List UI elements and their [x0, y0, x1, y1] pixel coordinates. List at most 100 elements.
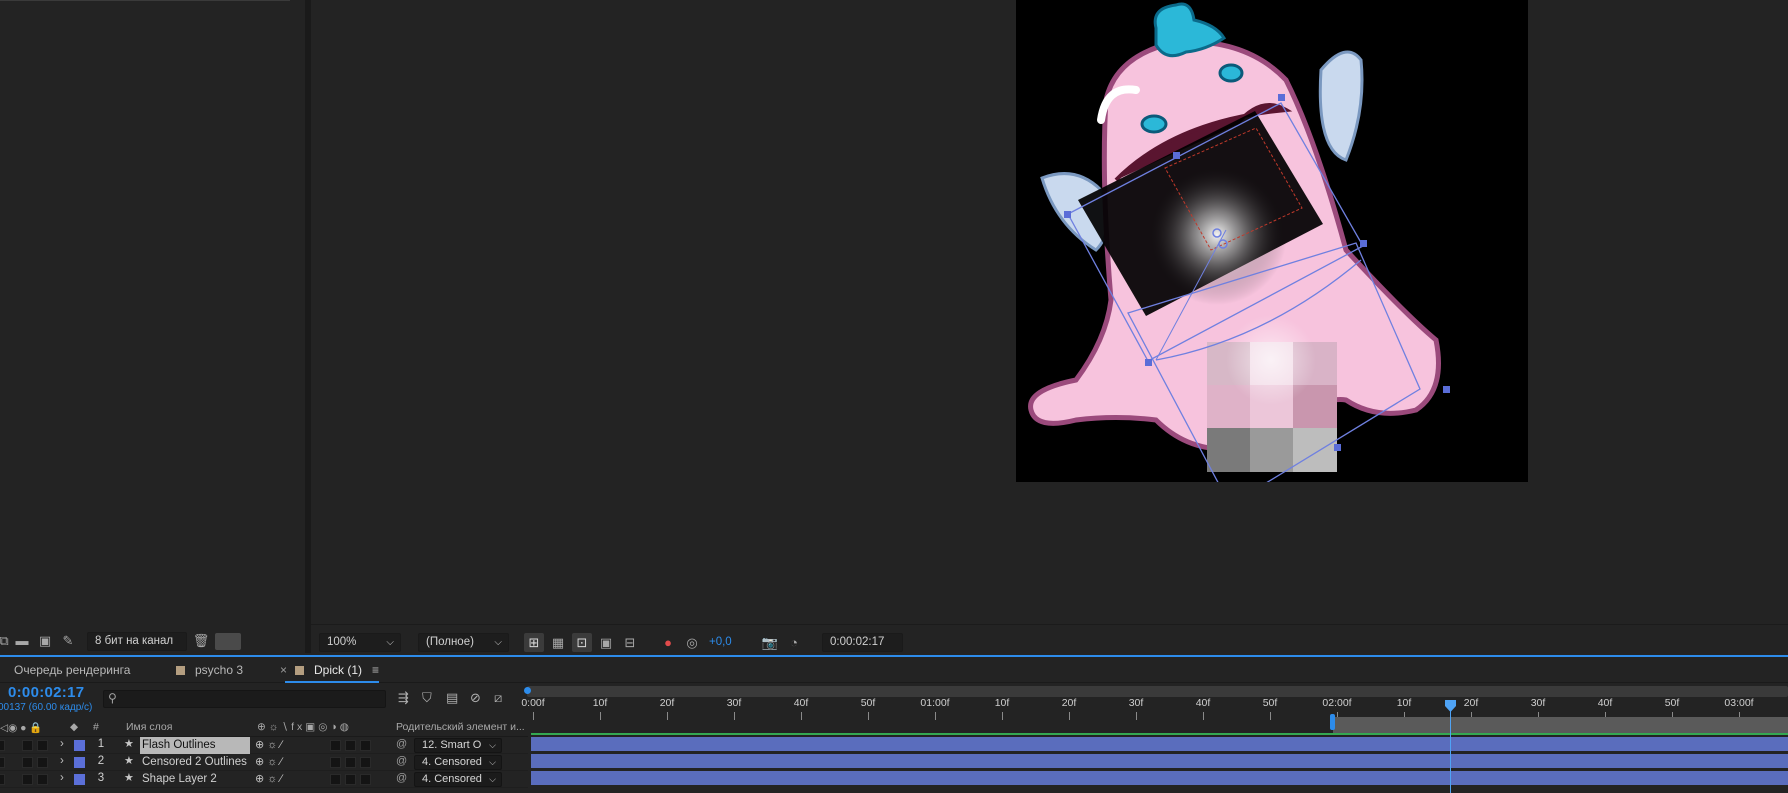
color-swatch[interactable] [215, 633, 241, 650]
new-folder-icon[interactable]: ▬ [12, 631, 32, 650]
layer-duration-bar[interactable] [531, 771, 1788, 785]
motion-blur-icon[interactable]: ⊘ [470, 690, 481, 706]
comp-mini-flowchart-icon[interactable]: ⇶ [398, 690, 409, 706]
ruler-tick-label: 03:00f [1724, 697, 1754, 709]
switch-box[interactable] [345, 774, 356, 785]
layer-row[interactable]: › 3 ★ Shape Layer 2 ⊕☼∕ @ 4. Censored ⌵ [0, 771, 528, 788]
visibility-icon[interactable] [0, 740, 5, 751]
tab-dpick[interactable]: Dpick (1) [295, 657, 362, 683]
solo-switch[interactable] [22, 740, 33, 751]
parent-select[interactable]: 4. Censored ⌵ [414, 755, 502, 770]
layer-switches[interactable]: ⊕☼∕ [255, 772, 285, 785]
new-composition-icon[interactable]: ▣ [35, 631, 55, 650]
switch-box[interactable] [360, 774, 371, 785]
ruler-tick-label: 30f [726, 697, 742, 709]
layer-duration-bar[interactable] [531, 737, 1788, 751]
resolution-select[interactable]: (Полное) ⌵ [418, 633, 509, 652]
layer-row[interactable]: › 2 ★ Censored 2 Outlines ⊕☼∕ @ 4. Censo… [0, 754, 528, 771]
expand-chevron-icon[interactable]: › [60, 772, 64, 784]
layer-name[interactable]: Flash Outlines [140, 737, 250, 754]
navigator-start-handle[interactable] [524, 687, 531, 694]
current-time-indicator[interactable] [1450, 700, 1451, 793]
layer-duration-bar[interactable] [531, 754, 1788, 768]
av-features-icon[interactable]: ◁◉ ● 🔒 [0, 721, 43, 734]
zoom-select[interactable]: 100% ⌵ [319, 633, 401, 652]
switch-box[interactable] [330, 774, 341, 785]
lock-switch[interactable] [37, 774, 48, 785]
show-snapshot-icon[interactable]: ◔ [784, 633, 804, 652]
fast-previews-icon[interactable]: ⊞ [524, 633, 544, 652]
composition-swatch-icon [295, 666, 304, 675]
grid-guides-icon[interactable]: ⊟ [620, 633, 640, 652]
column-parent[interactable]: Родительский элемент и... [396, 721, 525, 733]
ruler-tick [801, 712, 802, 720]
tab-render-queue[interactable]: Очередь рендеринга [14, 657, 130, 683]
work-area-bar[interactable] [1333, 717, 1788, 733]
layer-label-color[interactable] [74, 740, 85, 751]
pick-whip-icon[interactable]: @ [396, 772, 407, 784]
pick-whip-icon[interactable]: @ [396, 738, 407, 750]
pick-whip-icon[interactable]: @ [396, 755, 407, 767]
graph-editor-icon[interactable]: ⧄ [494, 690, 502, 706]
label-icon[interactable]: ◆ [70, 721, 78, 733]
color-management-icon[interactable]: ◎ [682, 633, 702, 652]
column-number[interactable]: # [93, 721, 99, 733]
layer-name[interactable]: Shape Layer 2 [140, 771, 250, 788]
chevron-down-icon: ⌵ [489, 740, 496, 750]
playhead-icon[interactable] [1444, 700, 1457, 712]
transparency-grid-icon[interactable]: ▦ [548, 633, 568, 652]
layer-switches[interactable]: ⊕☼∕ [255, 755, 285, 768]
column-layer-name[interactable]: Имя слоя [126, 721, 172, 733]
layer-label-color[interactable] [74, 774, 85, 785]
ruler-tick-label: 02:00f [1322, 697, 1352, 709]
solo-switch[interactable] [22, 757, 33, 768]
ruler-tick [1203, 712, 1204, 720]
snapshot-icon[interactable]: 📷 [760, 633, 780, 652]
adjust-settings-icon[interactable]: ✎ [58, 631, 78, 650]
lock-switch[interactable] [37, 740, 48, 751]
work-area-start-handle[interactable] [1330, 714, 1335, 730]
switch-box[interactable] [330, 740, 341, 751]
time-navigator-bar[interactable] [527, 686, 1788, 697]
switches-icons[interactable]: ⊕☼∖fx▣◎◑◍ [257, 721, 352, 733]
lock-switch[interactable] [37, 757, 48, 768]
switch-box[interactable] [360, 740, 371, 751]
ruler-tick-label: 10f [592, 697, 608, 709]
current-time-display[interactable]: 0:00:02:17 [8, 684, 84, 701]
tab-psycho-3-label: psycho 3 [195, 663, 244, 677]
switch-box[interactable] [360, 757, 371, 768]
region-of-interest-icon[interactable]: ▣ [596, 633, 616, 652]
draft-3d-icon[interactable]: ⛉ [422, 690, 432, 706]
ruler-tick [600, 712, 601, 720]
frame-blending-icon[interactable]: ▤ [446, 690, 458, 706]
bit-depth-button[interactable]: 8 бит на канал [87, 632, 187, 651]
visibility-icon[interactable] [0, 757, 5, 768]
solo-switch[interactable] [22, 774, 33, 785]
visibility-icon[interactable] [0, 774, 5, 785]
switch-box[interactable] [345, 757, 356, 768]
parent-select[interactable]: 12. Smart O ⌵ [414, 738, 502, 753]
mask-visibility-icon[interactable]: ⊡ [572, 633, 592, 652]
close-tab-icon[interactable]: × [280, 657, 287, 683]
ruler-tick-label: 01:00f [920, 697, 950, 709]
channel-icon[interactable]: ● [658, 633, 678, 652]
layer-switches[interactable]: ⊕☼∕ [255, 738, 285, 751]
switch-box[interactable] [345, 740, 356, 751]
viewer-timecode[interactable]: 0:00:02:17 [822, 633, 903, 652]
ruler-tick [868, 712, 869, 720]
expand-chevron-icon[interactable]: › [60, 755, 64, 767]
composition-canvas[interactable] [1016, 0, 1528, 482]
switch-box[interactable] [330, 757, 341, 768]
tab-psycho-3[interactable]: psycho 3 [176, 657, 243, 683]
exposure-value[interactable]: +0,0 [709, 636, 732, 648]
tab-menu-icon[interactable]: ≡ [372, 657, 379, 683]
layer-name[interactable]: Censored 2 Outlines [140, 754, 250, 771]
layer-label-color[interactable] [74, 757, 85, 768]
expand-chevron-icon[interactable]: › [60, 738, 64, 750]
trash-icon[interactable]: 🗑 [191, 631, 211, 650]
viewer-toolbar: 100% ⌵ (Полное) ⌵ ⊞ ▦ ⊡ ▣ ⊟ ● ◎ +0,0 📷 ◔… [311, 624, 1788, 658]
parent-value: 4. Censored [422, 756, 482, 768]
layer-search-input[interactable] [103, 690, 386, 708]
layer-row[interactable]: › 1 ★ Flash Outlines ⊕☼∕ @ 12. Smart O ⌵ [0, 737, 528, 754]
parent-select[interactable]: 4. Censored ⌵ [414, 772, 502, 787]
